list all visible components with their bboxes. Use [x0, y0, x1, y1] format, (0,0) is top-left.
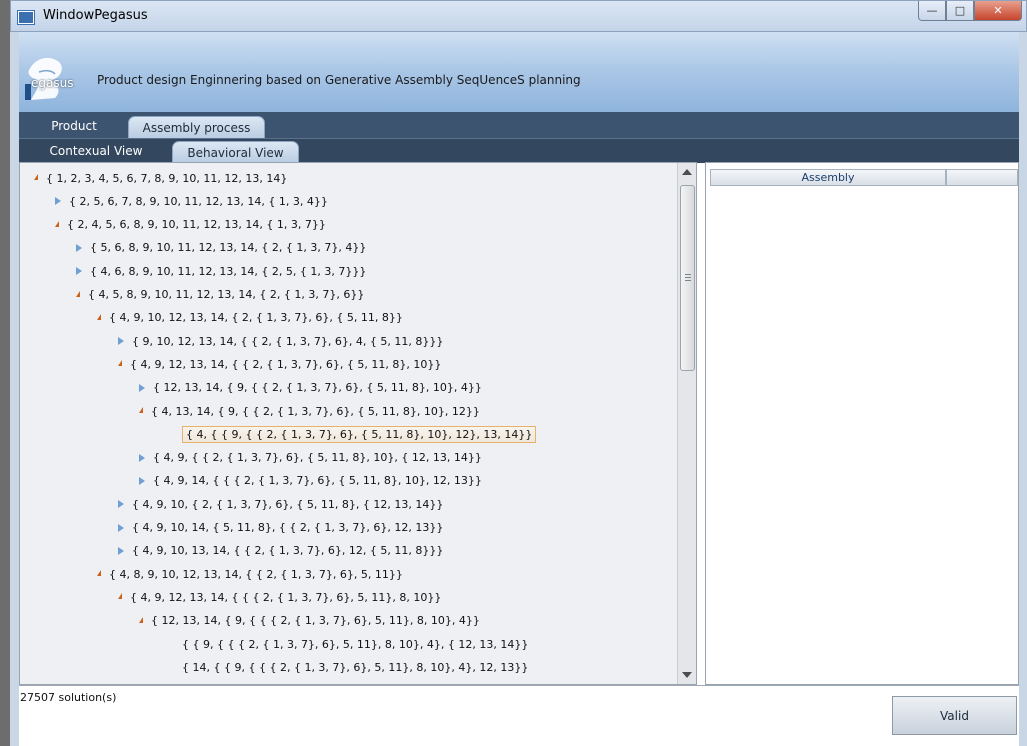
scroll-thumb[interactable]: [680, 185, 695, 371]
tab-assembly-process[interactable]: Assembly process: [128, 116, 265, 139]
main-tab-bar: Product Assembly process: [19, 112, 1019, 139]
view-tab-bar: Contexual View Behavioral View: [19, 138, 1019, 163]
tree-node-label: { 4, 9, 10, { 2, { 1, 3, 7}, 6}, { 5, 11…: [132, 497, 444, 511]
expand-arrow-icon[interactable]: [118, 546, 124, 555]
collapse-arrow-icon[interactable]: [118, 360, 122, 367]
tree-node[interactable]: { 12, 13, 14, { 9, { { 2, { 1, 3, 7}, 6}…: [139, 377, 482, 399]
title-bar[interactable]: WindowPegasus — □ ✕: [10, 0, 1027, 32]
tree-node-label: { 14, { { 9, { { { 2, { 1, 3, 7}, 6}, 5,…: [182, 660, 529, 674]
tree-node-label: { 9, 10, 12, 13, 14, { { 2, { 1, 3, 7}, …: [132, 334, 444, 348]
status-area: 27507 solution(s) Valid: [19, 685, 1019, 746]
tree-node-label: { 4, 5, 8, 9, 10, 11, 12, 13, 14, { 2, {…: [88, 288, 365, 301]
tree-node-label: { 1, 2, 3, 4, 5, 6, 7, 8, 9, 10, 11, 12,…: [46, 171, 288, 185]
tree-node-selected[interactable]: { 4, { { 9, { { 2, { 1, 3, 7}, 6}, { 5, …: [160, 423, 537, 445]
expand-arrow-icon[interactable]: [139, 453, 145, 462]
window-title: WindowPegasus: [43, 8, 148, 23]
maximize-button[interactable]: □: [946, 1, 974, 21]
expand-arrow-icon[interactable]: [76, 267, 82, 276]
tree-node[interactable]: { 4, 9, 10, 12, 13, 14, { 2, { 1, 3, 7},…: [97, 307, 403, 329]
tab-product[interactable]: Product: [37, 116, 111, 136]
logo-text: egasus: [31, 76, 74, 90]
app-banner: egasus Product design Enginnering based …: [19, 32, 1019, 112]
collapse-arrow-icon[interactable]: [34, 174, 38, 180]
expand-arrow-icon[interactable]: [139, 383, 145, 392]
tree-node[interactable]: { 4, 9, 12, 13, 14, { { { 2, { 1, 3, 7},…: [118, 586, 441, 608]
tree-node[interactable]: { 4, 9, 12, 13, 14, { { 2, { 1, 3, 7}, 6…: [118, 353, 441, 375]
tree-scrollbar[interactable]: [677, 163, 696, 684]
tree-node[interactable]: { 9, 10, 12, 13, 14, { { 2, { 1, 3, 7}, …: [118, 330, 443, 352]
tree-node[interactable]: { 4, 13, 14, { 9, { { 2, { 1, 3, 7}, 6},…: [139, 400, 480, 422]
tree-node-label: { 4, { { 9, { { 2, { 1, 3, 7}, 6}, { 5, …: [182, 425, 537, 443]
tree-node[interactable]: { 4, 5, 8, 9, 10, 11, 12, 13, 14, { 2, {…: [76, 284, 364, 306]
minimize-icon: —: [926, 4, 938, 17]
collapse-arrow-icon[interactable]: [118, 593, 122, 600]
scroll-up-icon[interactable]: [682, 169, 692, 175]
tree-node[interactable]: { 4, 9, 10, { 2, { 1, 3, 7}, 6}, { 5, 11…: [118, 493, 443, 515]
close-icon: ✕: [993, 4, 1003, 17]
collapse-arrow-icon[interactable]: [139, 616, 143, 623]
collapse-arrow-icon[interactable]: [97, 313, 101, 320]
tree-node[interactable]: { 2, 4, 5, 6, 8, 9, 10, 11, 12, 13, 14, …: [55, 214, 326, 236]
tree-node[interactable]: { 4, 9, 10, 13, 14, { { 2, { 1, 3, 7}, 6…: [118, 540, 443, 562]
tree-node-label: { 4, 9, { { 2, { 1, 3, 7}, 6}, { 5, 11, …: [153, 451, 482, 465]
tree-node[interactable]: { 2, 5, 6, 7, 8, 9, 10, 11, 12, 13, 14, …: [55, 190, 328, 212]
tree-node[interactable]: { 14, { { 9, { { { 2, { 1, 3, 7}, 6}, 5,…: [160, 656, 528, 678]
valid-button[interactable]: Valid: [892, 696, 1017, 735]
tree-node-label: { 4, 9, 10, 12, 13, 14, { 2, { 1, 3, 7},…: [109, 311, 403, 325]
collapse-arrow-icon[interactable]: [55, 220, 59, 227]
expand-arrow-icon[interactable]: [118, 523, 124, 532]
tree-node[interactable]: { { 9, { { { 2, { 1, 3, 7}, 6}, 5, 11}, …: [160, 633, 528, 655]
empty-column-header[interactable]: [946, 169, 1018, 186]
tree-node-label: { 12, 13, 14, { 9, { { { 2, { 1, 3, 7}, …: [151, 614, 480, 628]
tree-node-label: { 4, 9, 10, 14, { 5, 11, 8}, { { 2, { 1,…: [132, 521, 444, 534]
window-controls: — □ ✕: [918, 1, 1022, 22]
tree-node[interactable]: { 12, 13, 14, { 9, { { { 2, { 1, 3, 7}, …: [139, 610, 480, 632]
tree-node-label: { 2, 4, 5, 6, 8, 9, 10, 11, 12, 13, 14, …: [67, 218, 326, 232]
collapse-arrow-icon[interactable]: [139, 407, 143, 413]
tree-node[interactable]: { 4, 9, 14, { { { 2, { 1, 3, 7}, 6}, { 5…: [139, 470, 482, 492]
expand-arrow-icon[interactable]: [55, 197, 61, 206]
tree-node-label: { 4, 9, 12, 13, 14, { { { 2, { 1, 3, 7},…: [130, 590, 442, 604]
minimize-button[interactable]: —: [918, 1, 946, 21]
solution-count: 27507 solution(s): [20, 691, 117, 704]
close-button[interactable]: ✕: [974, 1, 1022, 21]
tree-node-label: { { 9, { { { 2, { 1, 3, 7}, 6}, 5, 11}, …: [182, 637, 529, 651]
application-window: WindowPegasus — □ ✕ egasus Product desig…: [10, 0, 1027, 746]
tree-node[interactable]: { 4, 8, 9, 10, 12, 13, 14, { { 2, { 1, 3…: [97, 563, 403, 585]
tab-behavioral-view[interactable]: Behavioral View: [172, 141, 299, 163]
expand-arrow-icon[interactable]: [118, 500, 124, 509]
tree-node-label: { 4, 9, 12, 13, 14, { { 2, { 1, 3, 7}, 6…: [130, 357, 442, 371]
maximize-icon: □: [954, 4, 966, 17]
expand-arrow-icon[interactable]: [118, 337, 124, 346]
tree-node-label: { 4, 13, 14, { 9, { { 2, { 1, 3, 7}, 6},…: [151, 404, 480, 418]
client-area: egasus Product design Enginnering based …: [19, 32, 1019, 746]
expand-arrow-icon[interactable]: [139, 476, 145, 485]
tree-node[interactable]: { 1, 2, 3, 4, 5, 6, 7, 8, 9, 10, 11, 12,…: [34, 167, 287, 189]
tree-node[interactable]: { 4, 6, 8, 9, 10, 11, 12, 13, 14, { 2, 5…: [76, 260, 366, 282]
tree-node-label: { 2, 5, 6, 7, 8, 9, 10, 11, 12, 13, 14, …: [69, 194, 328, 208]
tree-node[interactable]: { 4, 9, 10, 14, { 5, 11, 8}, { { 2, { 1,…: [118, 517, 443, 539]
assembly-list-panel[interactable]: Assembly: [705, 162, 1019, 685]
assembly-tree-view[interactable]: { 1, 2, 3, 4, 5, 6, 7, 8, 9, 10, 11, 12,…: [19, 162, 697, 685]
tree-node-label: { 4, 9, 10, 13, 14, { { 2, { 1, 3, 7}, 6…: [132, 544, 444, 558]
collapse-arrow-icon[interactable]: [97, 570, 101, 577]
tab-contexual-view[interactable]: Contexual View: [37, 141, 155, 161]
scroll-down-icon[interactable]: [682, 672, 692, 678]
tree-node-label: { 4, 6, 8, 9, 10, 11, 12, 13, 14, { 2, 5…: [90, 264, 367, 278]
tree-node-label: { 5, 6, 8, 9, 10, 11, 12, 13, 14, { 2, {…: [90, 241, 367, 255]
expand-arrow-icon[interactable]: [76, 243, 82, 252]
tree-node-label: { 4, 9, 14, { { { 2, { 1, 3, 7}, 6}, { 5…: [153, 474, 482, 488]
tree-node[interactable]: { 5, 6, 8, 9, 10, 11, 12, 13, 14, { 2, {…: [76, 237, 366, 259]
tree-node[interactable]: { 4, 9, { { 2, { 1, 3, 7}, 6}, { 5, 11, …: [139, 447, 482, 469]
banner-subtitle: Product design Enginnering based on Gene…: [97, 73, 581, 87]
collapse-arrow-icon[interactable]: [76, 290, 80, 297]
tree-node-label: { 4, 8, 9, 10, 12, 13, 14, { { 2, { 1, 3…: [109, 567, 403, 581]
assembly-column-header[interactable]: Assembly: [710, 169, 946, 186]
tree-node-label: { 12, 13, 14, { 9, { { 2, { 1, 3, 7}, 6}…: [153, 381, 482, 395]
app-icon: [18, 11, 34, 24]
